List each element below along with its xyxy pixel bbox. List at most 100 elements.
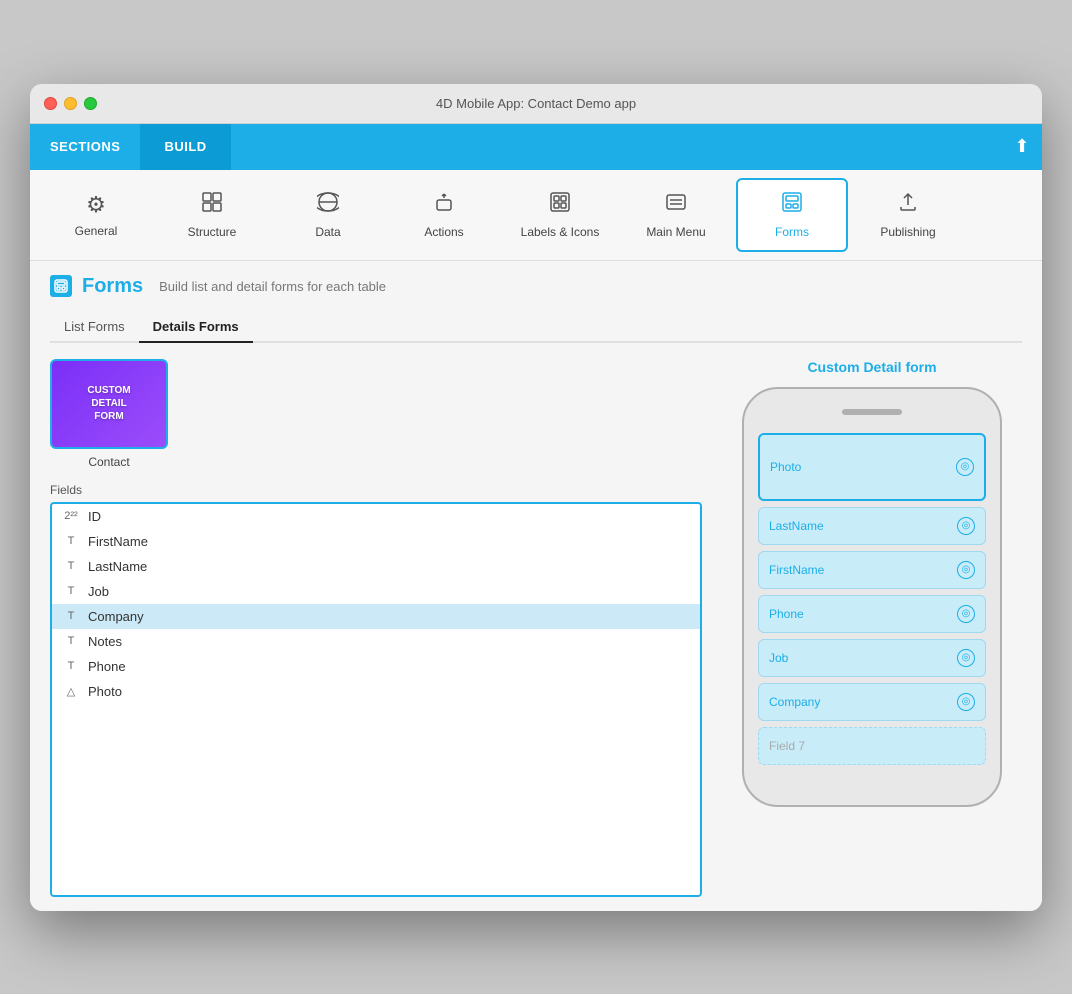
page-header-icon <box>50 275 72 297</box>
lastname-remove-btn[interactable]: ◎ <box>957 517 975 535</box>
field-type-text-icon-3: T <box>62 585 80 597</box>
field-type-num-icon: 2²² <box>62 510 80 522</box>
field-type-text-icon-5: T <box>62 635 80 647</box>
form-field-company[interactable]: Company ◎ <box>758 683 986 721</box>
app-window: 4D Mobile App: Contact Demo app SECTIONS… <box>30 84 1042 911</box>
forms-icon <box>781 191 803 219</box>
window-title: 4D Mobile App: Contact Demo app <box>436 96 636 111</box>
toolbar-labels-icons[interactable]: Labels & Icons <box>504 178 616 252</box>
minimize-button[interactable] <box>64 97 77 110</box>
form-field-firstname-label: FirstName <box>769 563 824 577</box>
page-title: Forms <box>82 275 143 298</box>
form-field-placeholder-label: Field 7 <box>769 739 805 753</box>
field-name-photo: Photo <box>88 684 122 699</box>
toolbar-general[interactable]: ⚙ General <box>40 178 152 252</box>
form-field-job[interactable]: Job ◎ <box>758 639 986 677</box>
field-type-image-icon: △ <box>62 685 80 698</box>
field-type-text-icon-6: T <box>62 660 80 672</box>
form-field-placeholder[interactable]: Field 7 <box>758 727 986 765</box>
firstname-remove-btn[interactable]: ◎ <box>957 561 975 579</box>
page-header: Forms Build list and detail forms for ea… <box>50 275 1022 298</box>
field-row-id[interactable]: 2²² ID <box>52 504 700 529</box>
right-panel: Custom Detail form Photo ◎ LastName ◎ Fi… <box>722 359 1022 897</box>
fields-label: Fields <box>50 483 702 497</box>
field-name-phone: Phone <box>88 659 126 674</box>
main-menu-label: Main Menu <box>646 225 705 239</box>
toolbar-main-menu[interactable]: Main Menu <box>620 178 732 252</box>
structure-label: Structure <box>188 225 237 239</box>
upload-icon[interactable]: ⬆ <box>1002 124 1042 170</box>
publishing-icon <box>897 191 919 219</box>
nav-bar: SECTIONS BUILD ⬆ <box>30 124 1042 170</box>
form-field-company-label: Company <box>769 695 820 709</box>
field-row-photo[interactable]: △ Photo <box>52 679 700 704</box>
photo-remove-btn[interactable]: ◎ <box>956 458 974 476</box>
toolbar-publishing[interactable]: Publishing <box>852 178 964 252</box>
tab-details-forms[interactable]: Details Forms <box>139 312 253 343</box>
tab-list-forms[interactable]: List Forms <box>50 312 139 343</box>
toolbar-data[interactable]: Data <box>272 178 384 252</box>
form-cards: CUSTOMDETAILFORM Contact <box>50 359 702 469</box>
form-field-phone[interactable]: Phone ◎ <box>758 595 986 633</box>
toolbar-forms[interactable]: Forms <box>736 178 848 252</box>
form-field-photo[interactable]: Photo ◎ <box>758 433 986 501</box>
company-remove-btn[interactable]: ◎ <box>957 693 975 711</box>
phone-remove-btn[interactable]: ◎ <box>957 605 975 623</box>
form-card-inner-text: CUSTOMDETAILFORM <box>87 384 130 423</box>
field-name-job: Job <box>88 584 109 599</box>
field-row-lastname[interactable]: T LastName <box>52 554 700 579</box>
field-row-phone[interactable]: T Phone <box>52 654 700 679</box>
phone-mockup: Photo ◎ LastName ◎ FirstName ◎ <box>742 387 1002 807</box>
nav-build[interactable]: BUILD <box>140 124 230 170</box>
field-name-firstname: FirstName <box>88 534 148 549</box>
main-menu-icon <box>665 191 687 219</box>
field-name-company: Company <box>88 609 144 624</box>
general-icon: ⚙ <box>86 192 106 218</box>
labels-icons-icon <box>549 191 571 219</box>
form-field-lastname[interactable]: LastName ◎ <box>758 507 986 545</box>
content-area: Forms Build list and detail forms for ea… <box>30 261 1042 911</box>
data-label: Data <box>315 225 340 239</box>
form-field-photo-label: Photo <box>770 460 801 474</box>
titlebar: 4D Mobile App: Contact Demo app <box>30 84 1042 124</box>
actions-label: Actions <box>424 225 463 239</box>
structure-icon <box>201 191 223 219</box>
general-label: General <box>75 224 118 238</box>
maximize-button[interactable] <box>84 97 97 110</box>
labels-icons-label: Labels & Icons <box>521 225 600 239</box>
tabs-bar: List Forms Details Forms <box>50 312 1022 343</box>
traffic-lights <box>44 97 97 110</box>
field-row-job[interactable]: T Job <box>52 579 700 604</box>
form-card-thumbnail: CUSTOMDETAILFORM <box>50 359 168 449</box>
forms-label: Forms <box>775 225 809 239</box>
page-subtitle: Build list and detail forms for each tab… <box>159 279 386 294</box>
custom-form-title: Custom Detail form <box>807 359 936 375</box>
form-field-job-label: Job <box>769 651 788 665</box>
toolbar: ⚙ General Structure Data <box>30 170 1042 261</box>
actions-icon <box>433 191 455 219</box>
close-button[interactable] <box>44 97 57 110</box>
toolbar-actions[interactable]: Actions <box>388 178 500 252</box>
form-field-firstname[interactable]: FirstName ◎ <box>758 551 986 589</box>
job-remove-btn[interactable]: ◎ <box>957 649 975 667</box>
field-type-text-icon-2: T <box>62 560 80 572</box>
main-content: CUSTOMDETAILFORM Contact Fields 2²² ID T… <box>50 359 1022 897</box>
field-row-firstname[interactable]: T FirstName <box>52 529 700 554</box>
toolbar-structure[interactable]: Structure <box>156 178 268 252</box>
field-type-text-icon-1: T <box>62 535 80 547</box>
form-card-label: Contact <box>88 455 129 469</box>
form-field-lastname-label: LastName <box>769 519 824 533</box>
field-row-notes[interactable]: T Notes <box>52 629 700 654</box>
field-name-lastname: LastName <box>88 559 147 574</box>
contact-form-card[interactable]: CUSTOMDETAILFORM Contact <box>50 359 168 469</box>
nav-sections[interactable]: SECTIONS <box>30 124 140 170</box>
field-row-company[interactable]: T Company <box>52 604 700 629</box>
left-panel: CUSTOMDETAILFORM Contact Fields 2²² ID T… <box>50 359 702 897</box>
publishing-label: Publishing <box>880 225 935 239</box>
field-type-text-icon-4: T <box>62 610 80 622</box>
field-name-notes: Notes <box>88 634 122 649</box>
form-field-phone-label: Phone <box>769 607 804 621</box>
field-name-id: ID <box>88 509 101 524</box>
data-icon <box>317 191 339 219</box>
fields-list: 2²² ID T FirstName T LastName T Job <box>50 502 702 897</box>
